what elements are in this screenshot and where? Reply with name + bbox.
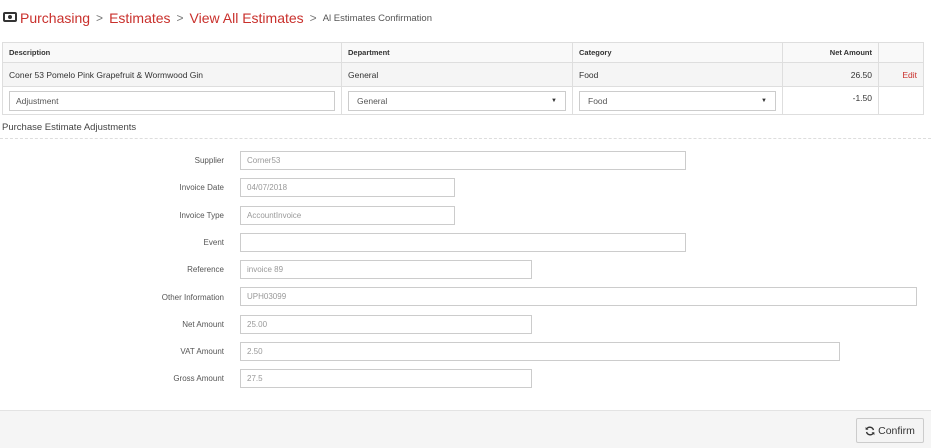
- section-divider: [0, 138, 931, 139]
- cell-adjustment-description: Adjustment: [2, 86, 342, 115]
- breadcrumb: Purchasing > Estimates > View All Estima…: [3, 7, 432, 29]
- cell-adjustment-net-amount: -1.50: [782, 86, 879, 115]
- column-header-category: Category: [572, 42, 783, 63]
- confirm-label: Confirm: [878, 424, 915, 437]
- cell-adjustment-category: Food ▼: [572, 86, 783, 115]
- confirm-button[interactable]: Confirm: [856, 418, 924, 443]
- reference-label: Reference: [187, 265, 224, 274]
- reference-field[interactable]: invoice 89: [240, 260, 532, 279]
- column-header-department: Department: [341, 42, 573, 63]
- other-information-field[interactable]: UPH03099: [240, 287, 917, 306]
- section-title: Purchase Estimate Adjustments: [2, 122, 137, 133]
- net-amount-label: Net Amount: [182, 320, 224, 329]
- breadcrumb-separator: >: [96, 11, 104, 25]
- breadcrumb-view-all-estimates[interactable]: View All Estimates: [190, 10, 304, 26]
- adjustment-category-select[interactable]: Food ▼: [579, 90, 776, 111]
- column-header-actions: [878, 42, 924, 63]
- cell-category: Food: [572, 62, 783, 87]
- gross-amount-field[interactable]: 27.5: [240, 369, 532, 388]
- adjustment-row: Adjustment General ▼ Food ▼ -1.50: [2, 86, 924, 115]
- adjustment-description-input[interactable]: Adjustment: [9, 90, 335, 111]
- column-header-description: Description: [2, 42, 342, 63]
- breadcrumb-separator: >: [309, 11, 317, 25]
- invoice-date-field[interactable]: 04/07/2018: [240, 178, 455, 197]
- adjustment-department-value: General: [357, 95, 388, 106]
- refresh-icon: [865, 426, 875, 435]
- cell-department: General: [341, 62, 573, 87]
- gross-amount-label: Gross Amount: [173, 374, 224, 383]
- vat-amount-field[interactable]: 2.50: [240, 342, 840, 361]
- column-header-net-amount: Net Amount: [782, 42, 879, 63]
- invoice-type-field[interactable]: AccountInvoice: [240, 206, 455, 225]
- money-icon: [3, 12, 17, 22]
- form-footer: [0, 410, 931, 448]
- breadcrumb-separator: >: [176, 11, 184, 25]
- breadcrumb-purchasing[interactable]: Purchasing: [20, 10, 90, 26]
- cell-action: Edit: [878, 62, 924, 87]
- net-amount-field[interactable]: 25.00: [240, 315, 532, 334]
- cell-adjustment-action: [878, 86, 924, 115]
- cell-net-amount: 26.50: [782, 62, 879, 87]
- adjustment-category-value: Food: [588, 95, 608, 106]
- event-field[interactable]: [240, 233, 686, 252]
- table-header-row: Description Department Category Net Amou…: [2, 42, 924, 63]
- caret-down-icon: ▼: [551, 97, 557, 104]
- invoice-type-label: Invoice Type: [179, 211, 224, 220]
- adjustment-department-select[interactable]: General ▼: [348, 90, 566, 111]
- table-row: Coner 53 Pomelo Pink Grapefruit & Wormwo…: [2, 62, 924, 87]
- other-information-label: Other Information: [161, 293, 224, 302]
- supplier-field[interactable]: Corner53: [240, 151, 686, 170]
- edit-link[interactable]: Edit: [902, 70, 917, 80]
- event-label: Event: [203, 238, 224, 247]
- page-title: Al Estimates Confirmation: [322, 12, 432, 24]
- cell-description: Coner 53 Pomelo Pink Grapefruit & Wormwo…: [2, 62, 342, 87]
- invoice-date-label: Invoice Date: [179, 183, 224, 192]
- caret-down-icon: ▼: [761, 97, 767, 104]
- breadcrumb-estimates[interactable]: Estimates: [109, 10, 170, 26]
- cell-adjustment-department: General ▼: [341, 86, 573, 115]
- estimate-items-table: Description Department Category Net Amou…: [2, 42, 924, 115]
- supplier-label: Supplier: [194, 156, 224, 165]
- vat-amount-label: VAT Amount: [180, 347, 224, 356]
